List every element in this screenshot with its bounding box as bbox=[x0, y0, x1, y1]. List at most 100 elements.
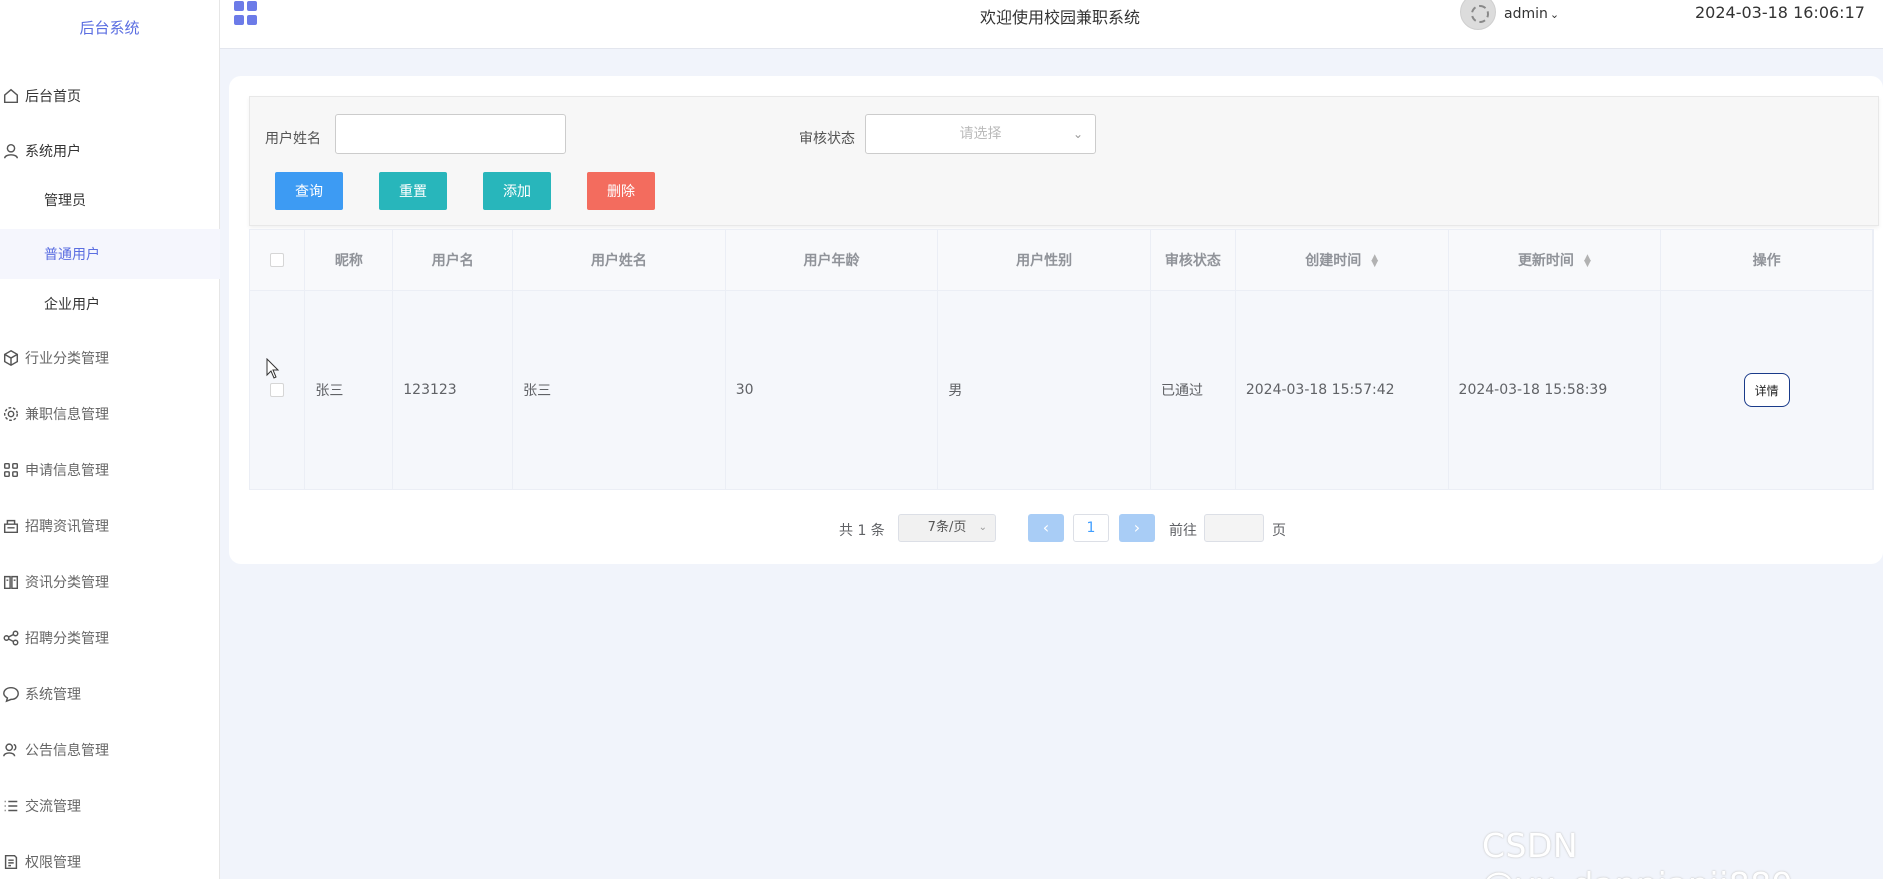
goto-page-input[interactable] bbox=[1204, 514, 1264, 542]
page-size-select[interactable]: 7条/页 ⌄ bbox=[898, 514, 996, 542]
cell-age: 30 bbox=[725, 290, 939, 490]
page-number-button[interactable]: 1 bbox=[1073, 514, 1109, 542]
page-size-value: 7条/页 bbox=[927, 520, 967, 535]
reset-button[interactable]: 重置 bbox=[379, 172, 447, 210]
sidebar-item-label: 招聘分类管理 bbox=[25, 631, 109, 647]
tray-icon bbox=[0, 515, 22, 537]
list-icon bbox=[0, 795, 22, 817]
sidebar-item-label: 企业用户 bbox=[44, 297, 100, 313]
chevron-down-icon: ⌄ bbox=[978, 522, 987, 533]
sidebar-item-enterprise-users[interactable]: 企业用户 bbox=[0, 279, 220, 329]
users-table: 昵称 用户名 用户姓名 用户年龄 用户性别 审核状态 创建时间 ▲ ▼ 更新时间 ▲ ▼… bbox=[249, 229, 1874, 490]
sidebar-item-notice-info[interactable]: 公告信息管理 bbox=[0, 730, 220, 770]
sidebar-item-system-users[interactable]: 系统用户 bbox=[0, 131, 220, 171]
cell-action: 详情 bbox=[1660, 290, 1873, 490]
status-label: 审核状态 bbox=[799, 131, 855, 147]
current-datetime: 2024-03-18 16:06:17 bbox=[1695, 3, 1865, 22]
cell-created: 2024-03-18 15:57:42 bbox=[1235, 290, 1449, 490]
sidebar-item-permissions[interactable]: 权限管理 bbox=[0, 842, 220, 879]
sidebar-item-label: 行业分类管理 bbox=[25, 351, 109, 367]
chevron-down-icon: ⌄ bbox=[1549, 8, 1560, 21]
column-header-updated[interactable]: 更新时间 ▲ ▼ bbox=[1448, 230, 1662, 291]
pagination: 共 1 条 7条/页 ⌄ ‹ 1 › 前往 页 bbox=[229, 514, 1883, 544]
username-label: admin bbox=[1504, 6, 1548, 22]
sidebar-item-label: 申请信息管理 bbox=[25, 463, 109, 479]
sidebar-item-parttime-info[interactable]: 兼职信息管理 bbox=[0, 394, 220, 434]
cell-username: 123123 bbox=[392, 290, 514, 490]
sort-icon[interactable]: ▲ ▼ bbox=[1584, 253, 1591, 268]
sidebar-item-communication[interactable]: 交流管理 bbox=[0, 786, 220, 826]
column-header: 操作 bbox=[1660, 230, 1873, 291]
delete-button[interactable]: 删除 bbox=[587, 172, 655, 210]
select-all-cell bbox=[250, 230, 306, 291]
chat-icon bbox=[0, 683, 22, 705]
cell-updated: 2024-03-18 15:58:39 bbox=[1448, 290, 1662, 490]
sidebar-item-label: 招聘资讯管理 bbox=[25, 519, 109, 535]
column-header-label: 更新时间 bbox=[1517, 252, 1574, 269]
sidebar-item-system-management[interactable]: 系统管理 bbox=[0, 674, 220, 714]
cell-realname: 张三 bbox=[512, 290, 726, 490]
sidebar-item-label: 管理员 bbox=[44, 193, 86, 209]
sidebar-item-label: 兼职信息管理 bbox=[25, 407, 109, 423]
menu-toggle-icon[interactable] bbox=[234, 1, 258, 25]
column-header: 用户年龄 bbox=[725, 230, 939, 291]
select-all-checkbox[interactable] bbox=[270, 252, 285, 267]
goto-label: 前往 bbox=[1169, 523, 1197, 539]
sidebar-item-news-category[interactable]: 资讯分类管理 bbox=[0, 562, 220, 602]
name-label: 用户姓名 bbox=[265, 131, 321, 147]
avatar[interactable] bbox=[1460, 0, 1496, 30]
sidebar-item-label: 后台首页 bbox=[25, 89, 81, 105]
query-button[interactable]: 查询 bbox=[275, 172, 343, 210]
column-header: 审核状态 bbox=[1150, 230, 1236, 291]
column-header: 昵称 bbox=[304, 230, 394, 291]
sort-icon[interactable]: ▲ ▼ bbox=[1371, 253, 1378, 268]
top-header: 欢迎使用校园兼职系统 admin ⌄ 2024-03-18 16:06:17 bbox=[220, 0, 1883, 49]
share-icon bbox=[0, 627, 22, 649]
cell-status: 已通过 bbox=[1150, 290, 1236, 490]
book-icon bbox=[0, 571, 22, 593]
user-menu[interactable]: admin ⌄ bbox=[1504, 6, 1559, 22]
sidebar-item-recruit-category[interactable]: 招聘分类管理 bbox=[0, 618, 220, 658]
next-page-button[interactable]: › bbox=[1119, 514, 1155, 542]
sidebar-item-label: 系统用户 bbox=[25, 144, 81, 160]
chevron-down-icon: ⌄ bbox=[1072, 127, 1083, 141]
users-icon bbox=[0, 739, 22, 761]
prev-page-button[interactable]: ‹ bbox=[1028, 514, 1064, 542]
detail-button[interactable]: 详情 bbox=[1743, 373, 1790, 408]
add-button[interactable]: 添加 bbox=[483, 172, 551, 210]
chevron-right-icon: › bbox=[1133, 518, 1141, 537]
row-select-cell bbox=[250, 290, 306, 490]
home-icon bbox=[0, 85, 22, 107]
status-select[interactable]: 请选择 ⌄ bbox=[865, 114, 1096, 154]
sidebar-item-label: 系统管理 bbox=[25, 687, 81, 703]
sidebar-item-label: 普通用户 bbox=[44, 247, 100, 263]
name-search-input[interactable] bbox=[335, 114, 566, 154]
search-panel: 用户姓名 审核状态 请选择 ⌄ 查询 重置 添加 删除 bbox=[249, 96, 1879, 226]
cube-icon bbox=[0, 347, 22, 369]
sidebar: 后台系统 后台首页 系统用户 管理员 普通用户 企业用户 行业分类管理 兼职信息… bbox=[0, 0, 220, 879]
row-checkbox[interactable] bbox=[270, 383, 285, 398]
total-count: 共 1 条 bbox=[839, 523, 885, 539]
cell-nickname: 张三 bbox=[304, 290, 394, 490]
cell-gender: 男 bbox=[937, 290, 1151, 490]
user-icon bbox=[0, 140, 22, 162]
grid-icon bbox=[0, 459, 22, 481]
sidebar-item-application-info[interactable]: 申请信息管理 bbox=[0, 450, 220, 490]
sidebar-item-admins[interactable]: 管理员 bbox=[0, 175, 220, 225]
table-row[interactable]: 张三 123123 张三 30 男 已通过 2024-03-18 15:57:4… bbox=[250, 290, 1873, 490]
table-header-row: 昵称 用户名 用户姓名 用户年龄 用户性别 审核状态 创建时间 ▲ ▼ 更新时间 ▲ ▼… bbox=[250, 230, 1873, 291]
status-select-placeholder: 请选择 bbox=[959, 126, 1002, 142]
mouse-cursor-icon bbox=[266, 358, 280, 379]
sidebar-item-label: 权限管理 bbox=[25, 855, 81, 871]
sidebar-item-industry-category[interactable]: 行业分类管理 bbox=[0, 338, 220, 378]
sidebar-item-home[interactable]: 后台首页 bbox=[0, 76, 220, 116]
column-header-created[interactable]: 创建时间 ▲ ▼ bbox=[1235, 230, 1449, 291]
sidebar-item-recruit-news[interactable]: 招聘资讯管理 bbox=[0, 506, 220, 546]
column-header: 用户性别 bbox=[937, 230, 1151, 291]
page-suffix-label: 页 bbox=[1272, 523, 1286, 539]
gear-icon bbox=[0, 403, 22, 425]
column-header: 用户姓名 bbox=[512, 230, 726, 291]
column-header-label: 创建时间 bbox=[1305, 252, 1362, 269]
brand-title: 后台系统 bbox=[79, 19, 140, 37]
sidebar-item-normal-users[interactable]: 普通用户 bbox=[0, 229, 220, 279]
